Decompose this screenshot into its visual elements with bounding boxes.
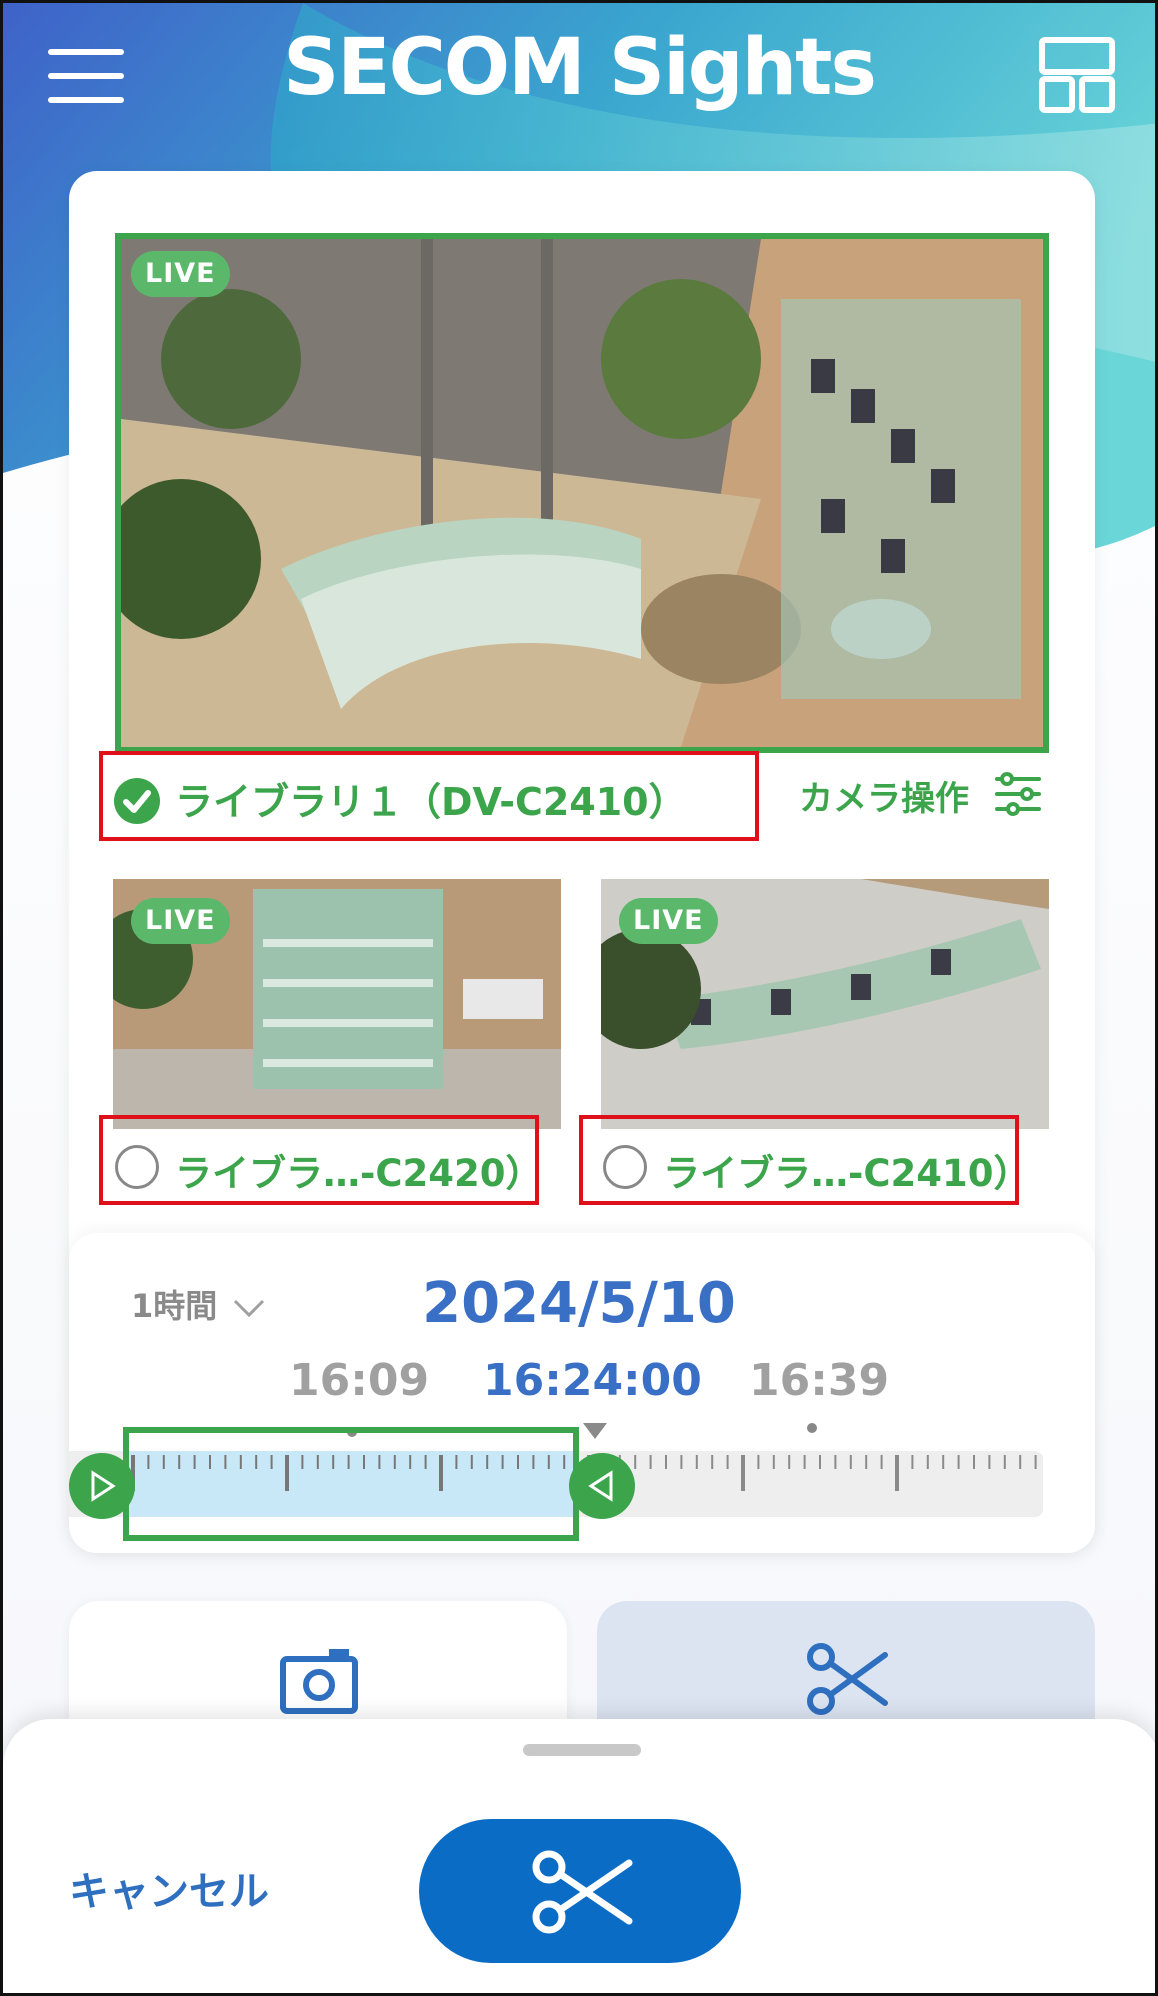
highlight-box-main-label	[99, 751, 759, 841]
camera-feed-image	[121, 239, 1043, 747]
cut-confirm-button[interactable]	[419, 1819, 741, 1963]
time-label-left: 16:09	[289, 1355, 430, 1406]
timeline-date: 2024/5/10	[422, 1271, 736, 1336]
play-right-icon	[91, 1470, 116, 1502]
time-label-right: 16:39	[749, 1355, 890, 1406]
live-badge: LIVE	[131, 898, 230, 944]
live-badge: LIVE	[619, 898, 718, 944]
camera-icon	[280, 1649, 358, 1714]
live-badge: LIVE	[131, 251, 230, 297]
highlight-box-thumb-1	[99, 1115, 539, 1205]
time-dot	[807, 1423, 817, 1433]
scissors-icon	[807, 1643, 888, 1715]
grid-layout-icon[interactable]	[1039, 37, 1115, 113]
range-start-handle[interactable]	[69, 1453, 135, 1519]
scissors-icon	[532, 1850, 633, 1934]
app-screen: SECOM Sights LIVE ライブラリ１（DV-C2410） カメラ操作…	[0, 0, 1158, 1996]
highlight-box-selection	[123, 1427, 579, 1541]
highlight-box-thumb-2	[579, 1115, 1019, 1205]
time-label-center: 16:24:00	[483, 1355, 702, 1406]
cancel-button[interactable]: キャンセル	[69, 1859, 269, 1917]
range-end-handle[interactable]	[569, 1453, 635, 1519]
time-cursor-marker	[583, 1423, 607, 1439]
sheet-grabber[interactable]	[523, 1744, 641, 1756]
app-title: SECOM Sights	[283, 23, 877, 113]
camera-control-link[interactable]: カメラ操作	[799, 771, 969, 820]
sliders-icon[interactable]	[993, 769, 1043, 819]
play-left-icon	[588, 1470, 613, 1502]
main-camera-view[interactable]	[115, 233, 1049, 753]
